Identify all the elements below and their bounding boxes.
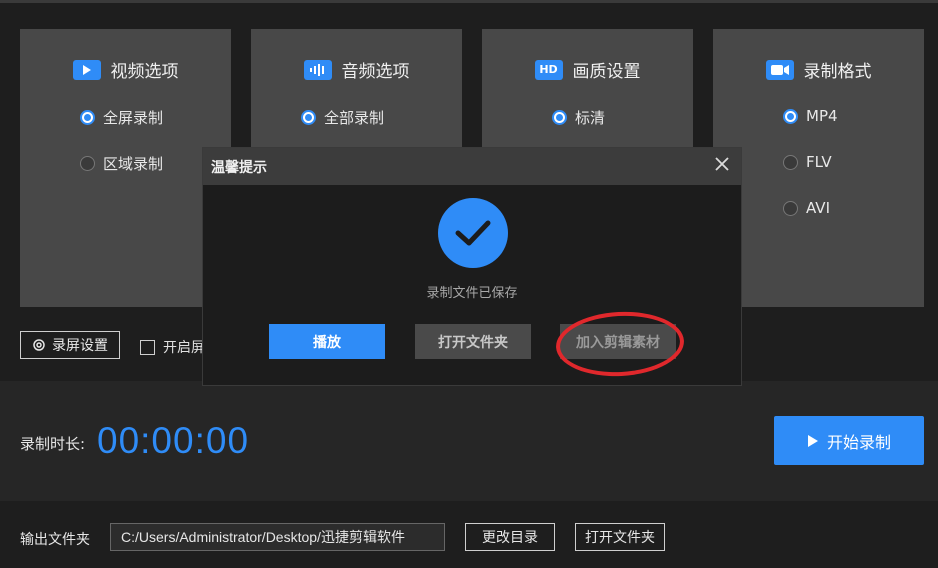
radio-selected[interactable]: [783, 108, 798, 124]
checkbox-label: 开启屏: [163, 340, 205, 356]
save-notice-dialog: 温馨提示 录制文件已保存 播放 打开文件夹 加入剪辑素材: [202, 147, 742, 386]
dialog-header: 温馨提示: [203, 148, 741, 185]
start-record-button[interactable]: 开始录制: [774, 416, 924, 465]
enable-option-checkbox[interactable]: 开启屏: [140, 337, 205, 357]
hd-icon: HD: [534, 59, 563, 80]
close-icon[interactable]: [711, 155, 733, 177]
add-to-edit-materials-button[interactable]: 加入剪辑素材: [560, 324, 676, 359]
play-button[interactable]: 播放: [269, 324, 385, 359]
video-options-header: 视频选项: [20, 57, 231, 82]
video-options-title: 视频选项: [110, 62, 179, 82]
open-folder-button[interactable]: 打开文件夹: [415, 324, 531, 359]
record-duration-label: 录制时长:: [20, 435, 86, 453]
start-record-label: 开始录制: [826, 432, 891, 452]
record-format-title: 录制格式: [803, 62, 872, 82]
settings-button-label: 录屏设置: [52, 338, 108, 354]
camera-icon: [765, 59, 794, 80]
output-folder-label: 输出文件夹: [20, 532, 90, 548]
audio-wave-icon: [303, 59, 332, 80]
option-format-mp4[interactable]: MP4: [783, 107, 838, 125]
radio-unselected[interactable]: [783, 154, 798, 170]
option-format-flv[interactable]: FLV: [783, 153, 832, 171]
option-record-all-audio[interactable]: 全部录制: [301, 107, 384, 128]
audio-options-header: 音频选项: [251, 57, 462, 82]
option-label: 标清: [575, 109, 606, 127]
top-border: [0, 0, 938, 3]
screen-record-settings-button[interactable]: 录屏设置: [20, 331, 120, 359]
success-check-icon: [438, 198, 508, 268]
option-label: 区域录制: [103, 155, 164, 173]
audio-options-title: 音频选项: [341, 62, 410, 82]
video-icon: [72, 59, 101, 80]
record-format-panel: 录制格式 MP4 FLV AVI: [713, 29, 924, 307]
gear-icon: [33, 339, 45, 351]
open-output-folder-button[interactable]: 打开文件夹: [575, 523, 665, 551]
radio-selected[interactable]: [301, 110, 316, 125]
option-label: MP4: [806, 107, 838, 125]
play-icon: [807, 434, 818, 447]
radio-unselected[interactable]: [80, 156, 95, 171]
checkbox-box[interactable]: [140, 339, 155, 355]
saved-message: 录制文件已保存: [426, 286, 518, 301]
option-label: AVI: [806, 199, 830, 217]
radio-unselected[interactable]: [783, 200, 798, 216]
option-label: 全部录制: [324, 109, 385, 127]
dialog-title: 温馨提示: [211, 159, 267, 176]
option-fullscreen-record[interactable]: 全屏录制: [80, 107, 163, 128]
radio-selected[interactable]: [552, 110, 567, 125]
option-format-avi[interactable]: AVI: [783, 199, 830, 217]
radio-selected[interactable]: [80, 110, 95, 125]
option-label: 全屏录制: [103, 109, 164, 127]
record-duration-value: 00:00:00: [97, 420, 250, 461]
video-options-panel: 视频选项 全屏录制 区域录制: [20, 29, 231, 307]
output-path-field[interactable]: C:/Users/Administrator/Desktop/迅捷剪辑软件: [110, 523, 445, 551]
option-standard-quality[interactable]: 标清: [552, 107, 605, 128]
change-directory-button[interactable]: 更改目录: [465, 523, 555, 551]
option-region-record[interactable]: 区域录制: [80, 153, 163, 174]
record-format-header: 录制格式: [713, 57, 924, 82]
quality-settings-header: HD 画质设置: [482, 57, 693, 82]
option-label: FLV: [806, 153, 832, 171]
quality-settings-title: 画质设置: [572, 62, 641, 82]
